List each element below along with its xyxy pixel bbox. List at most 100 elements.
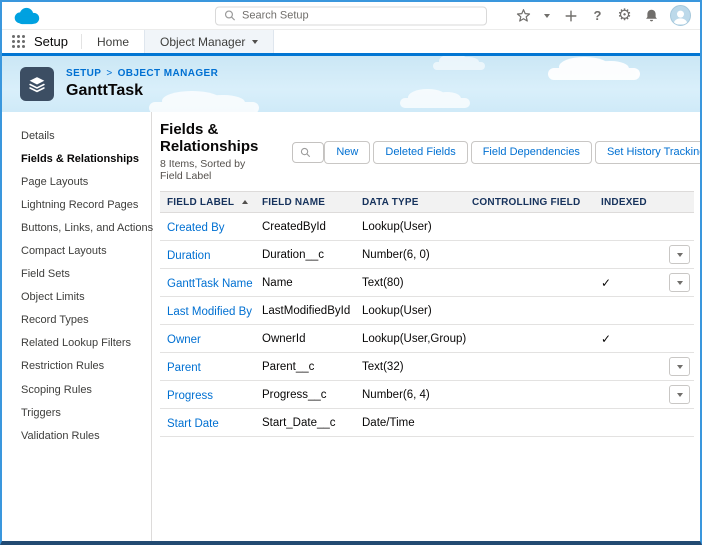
sidebar-item-restriction-rules[interactable]: Restriction Rules: [2, 355, 151, 378]
favorites-star-button[interactable]: [515, 7, 532, 25]
chevron-down-icon: [677, 393, 683, 397]
global-actions-button[interactable]: [562, 7, 579, 25]
tab-object-manager-label: Object Manager: [160, 35, 245, 49]
app-name: Setup: [34, 34, 68, 49]
plus-icon: [564, 9, 578, 23]
row-menu-button[interactable]: [669, 357, 690, 376]
field-name-cell: Start_Date__c: [262, 417, 362, 429]
field-label-link[interactable]: GanttTask Name: [167, 278, 253, 290]
sidebar-item-lightning-record-pages[interactable]: Lightning Record Pages: [2, 193, 151, 216]
header-actions: ? ⚙: [515, 5, 700, 26]
salesforce-logo: [2, 6, 41, 26]
sidebar-item-compact-layouts[interactable]: Compact Layouts: [2, 239, 151, 262]
object-icon: [20, 67, 54, 101]
new-button[interactable]: New: [324, 141, 370, 164]
data-type-cell: Text(32): [362, 361, 472, 373]
content-subtitle: 8 Items, Sorted by Field Label: [160, 158, 258, 182]
row-menu-button[interactable]: [669, 273, 690, 292]
page-title: GanttTask: [66, 82, 218, 100]
app-launcher-waffle-icon[interactable]: [12, 35, 25, 48]
field-name-cell: Duration__c: [262, 249, 362, 261]
fields-table: FIELD LABEL FIELD NAME DATA TYPE CONTROL…: [160, 191, 694, 437]
table-row: GanttTask Name Name Text(80) ✓: [160, 269, 694, 297]
breadcrumb: SETUP > OBJECT MANAGER: [66, 68, 218, 79]
sidebar-item-triggers[interactable]: Triggers: [2, 401, 151, 424]
field-label-link[interactable]: Owner: [167, 334, 201, 346]
sidebar-item-validation-rules[interactable]: Validation Rules: [2, 424, 151, 447]
setup-nav-bar: Setup Home Object Manager: [2, 30, 700, 56]
sidebar-item-scoping-rules[interactable]: Scoping Rules: [2, 378, 151, 401]
sidebar-item-related-lookup-filters[interactable]: Related Lookup Filters: [2, 332, 151, 355]
tab-home-label: Home: [97, 35, 129, 49]
page-header-banner: SETUP > OBJECT MANAGER GanttTask: [2, 56, 700, 112]
field-name-cell: Name: [262, 277, 362, 289]
setup-gear-button[interactable]: ⚙: [616, 7, 633, 25]
question-mark-icon: ?: [594, 9, 602, 22]
field-name-cell: OwnerId: [262, 333, 362, 345]
sidebar-item-object-limits[interactable]: Object Limits: [2, 286, 151, 309]
main-area: Details Fields & Relationships Page Layo…: [2, 112, 700, 541]
avatar[interactable]: [670, 5, 691, 26]
field-label-link[interactable]: Duration: [167, 250, 210, 262]
field-label-link[interactable]: Start Date: [167, 418, 219, 430]
tab-home[interactable]: Home: [82, 30, 144, 53]
indexed-check-icon: ✓: [601, 332, 611, 346]
breadcrumb-setup-link[interactable]: SETUP: [66, 68, 101, 79]
table-row: Start Date Start_Date__c Date/Time: [160, 409, 694, 437]
column-header-indexed[interactable]: INDEXED: [589, 197, 661, 208]
global-search-input[interactable]: [242, 10, 478, 22]
salesforce-setup-window: ? ⚙ Setup H: [0, 0, 702, 545]
field-name-cell: Progress__c: [262, 389, 362, 401]
layers-icon: [26, 73, 48, 95]
gear-icon: ⚙: [617, 8, 631, 24]
chevron-down-icon: [677, 365, 683, 369]
search-icon: [224, 10, 236, 22]
sidebar-item-record-types[interactable]: Record Types: [2, 309, 151, 332]
sidebar-item-page-layouts[interactable]: Page Layouts: [2, 170, 151, 193]
field-dependencies-button[interactable]: Field Dependencies: [471, 141, 592, 164]
chevron-down-icon: [677, 281, 683, 285]
global-search: [215, 6, 487, 25]
sidebar-item-buttons-links-actions[interactable]: Buttons, Links, and Actions: [2, 216, 151, 239]
field-name-cell: CreatedById: [262, 221, 362, 233]
column-header-field-label[interactable]: FIELD LABEL: [160, 197, 262, 208]
quick-find: [292, 142, 324, 163]
set-history-tracking-button[interactable]: Set History Tracking: [595, 141, 702, 164]
indexed-cell: ✓: [589, 330, 661, 348]
field-label-link[interactable]: Created By: [167, 222, 225, 234]
action-buttons: New Deleted Fields Field Dependencies Se…: [324, 141, 702, 164]
table-header-row: FIELD LABEL FIELD NAME DATA TYPE CONTROL…: [160, 191, 694, 213]
data-type-cell: Number(6, 0): [362, 249, 472, 261]
row-menu-button[interactable]: [669, 245, 690, 264]
table-row: Last Modified By LastModifiedById Lookup…: [160, 297, 694, 325]
tab-object-manager[interactable]: Object Manager: [144, 30, 274, 53]
column-header-field-name[interactable]: FIELD NAME: [262, 197, 362, 208]
field-name-cell: Parent__c: [262, 361, 362, 373]
indexed-cell: ✓: [589, 274, 661, 292]
field-label-link[interactable]: Last Modified By: [167, 306, 252, 318]
sidebar-item-field-sets[interactable]: Field Sets: [2, 263, 151, 286]
sort-ascending-icon: [242, 200, 248, 204]
breadcrumb-separator: >: [106, 68, 112, 79]
column-header-data-type[interactable]: DATA TYPE: [362, 197, 472, 208]
table-row: Progress Progress__c Number(6, 4): [160, 381, 694, 409]
data-type-cell: Text(80): [362, 277, 472, 289]
favorites-list-button[interactable]: [542, 7, 552, 25]
notifications-button[interactable]: [643, 7, 660, 25]
breadcrumb-object-manager-link[interactable]: OBJECT MANAGER: [118, 68, 219, 79]
help-button[interactable]: ?: [589, 7, 606, 25]
sidebar-item-details[interactable]: Details: [2, 124, 151, 147]
field-name-cell: LastModifiedById: [262, 305, 362, 317]
sidebar-item-fields-relationships[interactable]: Fields & Relationships: [2, 147, 151, 170]
deleted-fields-button[interactable]: Deleted Fields: [373, 141, 467, 164]
data-type-cell: Date/Time: [362, 417, 472, 429]
data-type-cell: Lookup(User): [362, 221, 472, 233]
field-label-link[interactable]: Parent: [167, 362, 201, 374]
data-type-cell: Lookup(User,Group): [362, 333, 472, 345]
content-title: Fields & Relationships: [160, 122, 258, 155]
salesforce-cloud-icon: [12, 6, 41, 26]
user-silhouette-icon: [671, 8, 690, 25]
field-label-link[interactable]: Progress: [167, 390, 213, 402]
row-menu-button[interactable]: [669, 385, 690, 404]
column-header-controlling-field[interactable]: CONTROLLING FIELD: [472, 197, 589, 208]
